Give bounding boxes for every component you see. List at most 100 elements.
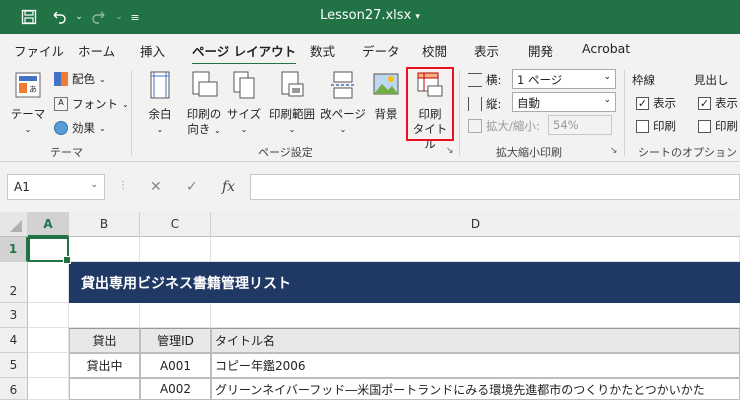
formula-input[interactable] bbox=[250, 174, 740, 200]
active-cell-a1[interactable] bbox=[28, 237, 71, 264]
tab-review[interactable]: 校閲 bbox=[422, 41, 447, 60]
width-select[interactable]: 1 ページ ⌄ bbox=[512, 69, 616, 89]
scale-input[interactable]: 54% bbox=[548, 115, 612, 135]
cell-c3[interactable] bbox=[140, 303, 211, 328]
headings-print-checkbox[interactable]: 印刷 bbox=[698, 118, 738, 134]
formula-bar-grip-icon: ⋮ bbox=[118, 180, 128, 191]
tab-home[interactable]: ホーム bbox=[78, 41, 115, 60]
effects-label: 効果 bbox=[72, 121, 95, 135]
select-all-icon bbox=[10, 220, 22, 232]
scale-icon bbox=[468, 119, 482, 133]
tab-view[interactable]: 表示 bbox=[474, 41, 499, 60]
margins-button[interactable]: 余白 ⌄ bbox=[140, 70, 180, 137]
gridlines-print-checkbox[interactable]: 印刷 bbox=[636, 118, 676, 134]
orientation-label-2: 向き bbox=[187, 122, 211, 136]
tab-insert[interactable]: 挿入 bbox=[140, 41, 165, 60]
insert-function-icon[interactable]: fx bbox=[222, 179, 235, 195]
cell-b5[interactable]: 貸出中 bbox=[69, 353, 140, 378]
window-title-text: Lesson27.xlsx bbox=[320, 8, 412, 23]
cell-b1[interactable] bbox=[69, 237, 140, 262]
title-bar: ⌄ ⌄ ≡ Lesson27.xlsx ▾ bbox=[0, 0, 740, 34]
header-id[interactable]: 管理ID bbox=[140, 328, 211, 353]
cell-a4[interactable] bbox=[28, 328, 69, 353]
breaks-chevron-icon: ⌄ bbox=[339, 125, 347, 134]
cell-c1[interactable] bbox=[140, 237, 211, 262]
themes-icon: あ bbox=[15, 72, 41, 98]
cell-d1[interactable] bbox=[211, 237, 740, 262]
row-header-3[interactable]: 3 bbox=[0, 303, 28, 328]
scale-launcher-icon[interactable]: ↘ bbox=[610, 146, 618, 156]
gridlines-view-checkbox[interactable]: ✓ 表示 bbox=[636, 95, 676, 111]
cell-d5[interactable]: コピー年鑑2006 bbox=[211, 353, 740, 378]
worksheet-grid[interactable]: A B C D 1 2 3 4 5 6 貸出専用ビジネス書籍管理リスト 貸出 管… bbox=[0, 212, 740, 400]
size-chevron-icon: ⌄ bbox=[240, 125, 248, 134]
cell-c5[interactable]: A001 bbox=[140, 353, 211, 378]
width-label: 横: bbox=[468, 72, 501, 88]
group-divider bbox=[131, 70, 132, 156]
tab-data[interactable]: データ bbox=[362, 41, 400, 60]
tab-acrobat[interactable]: Acrobat bbox=[582, 41, 630, 56]
cell-d6[interactable]: グリーンネイバーフッド―米国ポートランドにみる環境先進都市のつくりかたとつかいか… bbox=[211, 378, 740, 400]
headings-heading: 見出し bbox=[694, 73, 729, 87]
row-header-2[interactable]: 2 bbox=[0, 262, 28, 303]
cell-b3[interactable] bbox=[69, 303, 140, 328]
cell-a2[interactable] bbox=[28, 262, 69, 303]
header-title[interactable]: タイトル名 bbox=[211, 328, 740, 353]
colors-button[interactable]: 配色 ⌄ bbox=[54, 71, 106, 87]
headings-view-checkbox[interactable]: ✓ 表示 bbox=[698, 95, 738, 111]
cell-c6[interactable]: A002 bbox=[140, 378, 211, 400]
name-box[interactable]: A1 ⌄ bbox=[7, 174, 105, 200]
cancel-icon[interactable]: ✕ bbox=[150, 179, 162, 195]
gridlines-view-label: 表示 bbox=[653, 96, 676, 110]
print-titles-highlight bbox=[406, 67, 454, 141]
row-header-5[interactable]: 5 bbox=[0, 353, 28, 378]
gridlines-print-label: 印刷 bbox=[653, 119, 676, 133]
row-header-4[interactable]: 4 bbox=[0, 328, 28, 353]
enter-icon[interactable]: ✓ bbox=[186, 179, 198, 195]
column-header-b[interactable]: B bbox=[69, 212, 140, 237]
tab-page-layout[interactable]: ページ レイアウト bbox=[192, 41, 297, 66]
column-header-a[interactable]: A bbox=[28, 212, 69, 237]
width-chevron-icon: ⌄ bbox=[603, 72, 611, 82]
svg-text:あ: あ bbox=[29, 85, 37, 94]
background-button[interactable]: 背景 bbox=[368, 70, 404, 122]
margins-label: 余白 bbox=[148, 107, 172, 121]
formula-bar: A1 ⌄ ⋮ ✕ ✓ fx bbox=[0, 162, 740, 212]
column-header-d[interactable]: D bbox=[211, 212, 740, 237]
row-header-1[interactable]: 1 bbox=[0, 237, 28, 262]
height-select[interactable]: 自動 ⌄ bbox=[512, 92, 616, 112]
effects-button[interactable]: 効果 ⌄ bbox=[54, 120, 106, 136]
margins-icon bbox=[150, 71, 170, 99]
tab-developer[interactable]: 開発 bbox=[528, 41, 553, 60]
tab-file[interactable]: ファイル bbox=[14, 41, 64, 60]
cell-d3[interactable] bbox=[211, 303, 740, 328]
window-title[interactable]: Lesson27.xlsx ▾ bbox=[0, 8, 740, 23]
cell-b6[interactable] bbox=[69, 378, 140, 400]
fonts-button[interactable]: A フォント ⌄ bbox=[54, 96, 129, 112]
page-setup-launcher-icon[interactable]: ↘ bbox=[446, 146, 454, 156]
row-header-6[interactable]: 6 bbox=[0, 378, 28, 400]
size-button[interactable]: サイズ ⌄ bbox=[226, 70, 262, 137]
column-header-c[interactable]: C bbox=[140, 212, 211, 237]
cell-a3[interactable] bbox=[28, 303, 69, 328]
name-box-chevron-icon: ⌄ bbox=[90, 180, 98, 190]
name-box-value: A1 bbox=[14, 180, 30, 194]
themes-button[interactable]: あ テーマ ⌄ bbox=[8, 70, 48, 137]
themes-label: テーマ bbox=[10, 107, 46, 121]
gridlines-heading: 枠線 bbox=[632, 73, 655, 87]
header-loan[interactable]: 貸出 bbox=[69, 328, 140, 353]
fonts-label: フォント bbox=[72, 97, 118, 111]
cell-a6[interactable] bbox=[28, 378, 69, 400]
cell-a5[interactable] bbox=[28, 353, 69, 378]
print-area-button[interactable]: 印刷範囲 ⌄ bbox=[266, 70, 318, 137]
fonts-icon: A bbox=[54, 97, 68, 111]
themes-chevron-icon: ⌄ bbox=[24, 125, 32, 134]
orientation-button[interactable]: 印刷の 向き ⌄ bbox=[182, 70, 226, 138]
tab-formulas[interactable]: 数式 bbox=[310, 41, 335, 60]
sheet-title[interactable]: 貸出専用ビジネス書籍管理リスト bbox=[69, 262, 740, 303]
print-area-label: 印刷範囲 bbox=[269, 107, 315, 121]
breaks-button[interactable]: 改ページ ⌄ bbox=[320, 70, 366, 137]
select-all-corner[interactable] bbox=[0, 212, 28, 237]
page-setup-group-label: ページ設定 bbox=[258, 146, 313, 159]
ribbon-tabs: ファイル ホーム 挿入 ページ レイアウト 数式 データ 校閲 表示 開発 Ac… bbox=[0, 34, 740, 66]
